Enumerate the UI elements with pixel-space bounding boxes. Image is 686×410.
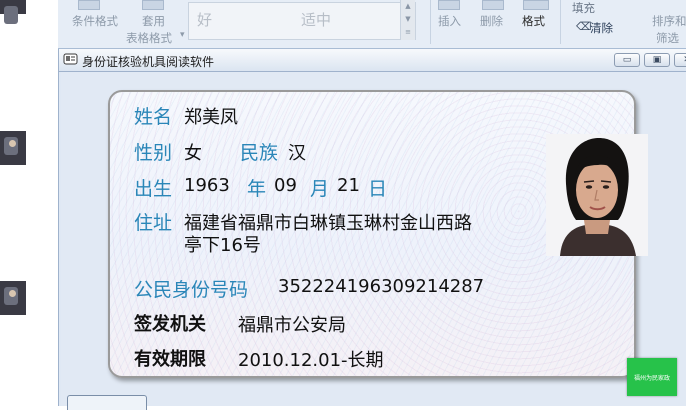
insert-button[interactable]: 插入 (438, 13, 461, 29)
style-good[interactable]: 好 (197, 9, 212, 30)
issuer-value: 福鼎市公安局 (238, 315, 346, 336)
sort-filter-button[interactable]: 排序和 (652, 13, 686, 29)
delete-button[interactable]: 删除 (480, 13, 503, 29)
bottom-tab-button[interactable] (67, 395, 147, 410)
minimize-icon: ▭ (622, 55, 632, 65)
close-icon: ✕ (675, 54, 686, 66)
avatar-thumbnail[interactable] (0, 131, 26, 165)
reader-content: 姓名 郑美凤 性别 女 民族 汉 出生 1963 年 09 月 21 日 住址 … (61, 72, 686, 406)
ribbon-separator (430, 0, 431, 44)
address-line-2: 亭下16号 (184, 235, 261, 256)
ethnicity-label: 民族 (240, 142, 279, 164)
format-icon (523, 0, 549, 10)
excel-ribbon: 条件格式 套用 表格格式 ▾ 好 适中 ▲ ▼ ≡ 插入 删除 格式 填充 ⌫ … (58, 0, 686, 49)
name-label: 姓名 (134, 106, 173, 128)
id-card: 姓名 郑美凤 性别 女 民族 汉 出生 1963 年 09 月 21 日 住址 … (108, 90, 648, 378)
watermark-badge: 福州为民家政 (627, 358, 677, 396)
maximize-icon: ▣ (652, 55, 662, 65)
birth-month: 09 (274, 175, 297, 196)
id-photo (546, 134, 648, 256)
dropdown-arrow-icon: ▾ (180, 30, 185, 40)
ribbon-separator (560, 0, 561, 44)
address-label: 住址 (134, 212, 173, 234)
delete-icon (482, 0, 504, 10)
apply-button[interactable]: 套用 (142, 13, 165, 29)
month-unit: 月 (310, 178, 330, 200)
avatar-thumbnail[interactable] (0, 0, 26, 24)
format-button[interactable]: 格式 (522, 13, 545, 29)
fill-button[interactable]: 填充 (572, 0, 595, 16)
gender-value: 女 (184, 143, 202, 164)
id-number-value: 352224196309214287 (278, 276, 485, 297)
table-format-icon (142, 0, 164, 10)
ethnicity-value: 汉 (288, 143, 306, 164)
insert-icon (438, 0, 460, 10)
app-icon (63, 53, 78, 65)
scroll-down-icon[interactable]: ▼ (401, 13, 415, 26)
cell-styles-gallery[interactable]: 好 适中 (188, 2, 416, 40)
validity-label: 有效期限 (134, 349, 206, 370)
style-neutral[interactable]: 适中 (301, 9, 331, 30)
left-panel (0, 0, 58, 406)
badge-text: 福州为民家政 (633, 375, 670, 382)
window-title: 身份证核验机具阅读软件 (82, 55, 215, 69)
more-icon[interactable]: ≡ (401, 26, 415, 39)
conditional-format-icon (78, 0, 100, 10)
portrait-image (546, 134, 648, 256)
birth-day: 21 (337, 175, 360, 196)
table-format-button[interactable]: 表格格式 (126, 30, 172, 46)
issuer-label: 签发机关 (134, 314, 206, 335)
close-button[interactable]: ✕ (674, 53, 686, 67)
day-unit: 日 (368, 178, 388, 200)
name-value: 郑美凤 (184, 107, 238, 128)
sort-filter-label: 筛选 (656, 31, 679, 45)
id-reader-window: 身份证核验机具阅读软件 ▭ ▣ ✕ 姓名 郑美凤 性别 女 民族 汉 出生 19… (58, 49, 686, 406)
validity-value: 2010.12.01-长期 (238, 350, 384, 371)
minimize-button[interactable]: ▭ (614, 53, 640, 67)
conditional-format-button[interactable]: 条件格式 (72, 13, 118, 29)
gallery-scroll[interactable]: ▲ ▼ ≡ (400, 0, 415, 40)
birth-year: 1963 (184, 175, 230, 196)
gender-label: 性别 (134, 142, 173, 164)
avatar-thumbnail[interactable] (0, 281, 26, 315)
id-number-label: 公民身份号码 (134, 279, 249, 301)
maximize-button[interactable]: ▣ (644, 53, 670, 67)
birth-label: 出生 (134, 178, 173, 200)
clear-button[interactable]: 清除 (590, 20, 613, 36)
window-titlebar[interactable]: 身份证核验机具阅读软件 ▭ ▣ ✕ (59, 49, 686, 72)
year-unit: 年 (247, 178, 267, 200)
scroll-up-icon[interactable]: ▲ (401, 0, 415, 13)
